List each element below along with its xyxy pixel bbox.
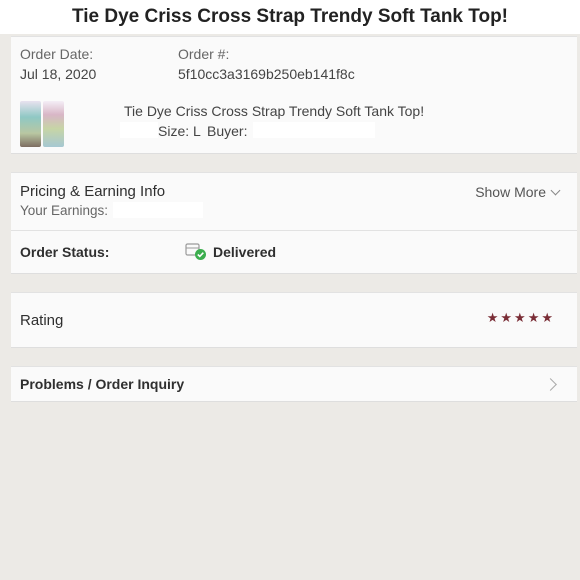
chevron-down-icon bbox=[550, 185, 561, 195]
order-date-label: Order Date: bbox=[20, 46, 94, 62]
problems-label: Problems / Order Inquiry bbox=[20, 376, 185, 392]
order-status-label: Order Status: bbox=[20, 244, 110, 260]
product-photo-2 bbox=[43, 101, 64, 147]
redacted-buyer bbox=[253, 122, 375, 138]
chevron-right-icon bbox=[544, 378, 557, 391]
order-number-label: Order #: bbox=[178, 46, 230, 62]
show-more-button[interactable]: Show More bbox=[475, 184, 561, 200]
divider bbox=[11, 230, 577, 231]
delivered-box-icon bbox=[185, 243, 206, 260]
item-size: Size: L bbox=[158, 123, 201, 139]
star-icon: ★ bbox=[527, 310, 540, 325]
star-icon: ★ bbox=[541, 310, 553, 325]
buyer-label: Buyer: bbox=[207, 123, 248, 139]
rating-label: Rating bbox=[20, 312, 64, 329]
pricing-title: Pricing & Earning Info bbox=[20, 183, 166, 200]
product-photo-1 bbox=[20, 101, 41, 147]
earnings-label: Your Earnings: bbox=[20, 203, 109, 218]
star-icon: ★ bbox=[486, 310, 499, 325]
show-more-label: Show More bbox=[475, 184, 546, 200]
redacted-earnings bbox=[113, 202, 203, 218]
problems-inquiry-row[interactable]: Problems / Order Inquiry bbox=[11, 366, 577, 402]
pricing-card: Pricing & Earning Info Your Earnings: Sh… bbox=[11, 172, 577, 274]
product-thumbnail[interactable] bbox=[20, 101, 64, 147]
order-summary-card: Order Date: Jul 18, 2020 Order #: 5f10cc… bbox=[11, 36, 577, 154]
order-date-value: Jul 18, 2020 bbox=[20, 66, 97, 82]
rating-card: Rating ★ ★ ★ ★ ★ bbox=[11, 292, 577, 348]
item-title[interactable]: Tie Dye Criss Cross Strap Trendy Soft Ta… bbox=[124, 103, 424, 119]
order-number-value: 5f10cc3a3169b250eb141f8c bbox=[178, 66, 355, 82]
title-bar: Tie Dye Criss Cross Strap Trendy Soft Ta… bbox=[0, 0, 580, 34]
page-title: Tie Dye Criss Cross Strap Trendy Soft Ta… bbox=[71, 6, 509, 27]
rating-stars[interactable]: ★ ★ ★ ★ ★ bbox=[487, 311, 553, 324]
redacted-block bbox=[120, 122, 158, 138]
star-icon: ★ bbox=[514, 310, 526, 325]
star-icon: ★ bbox=[500, 310, 513, 325]
order-status-value: Delivered bbox=[213, 244, 277, 260]
